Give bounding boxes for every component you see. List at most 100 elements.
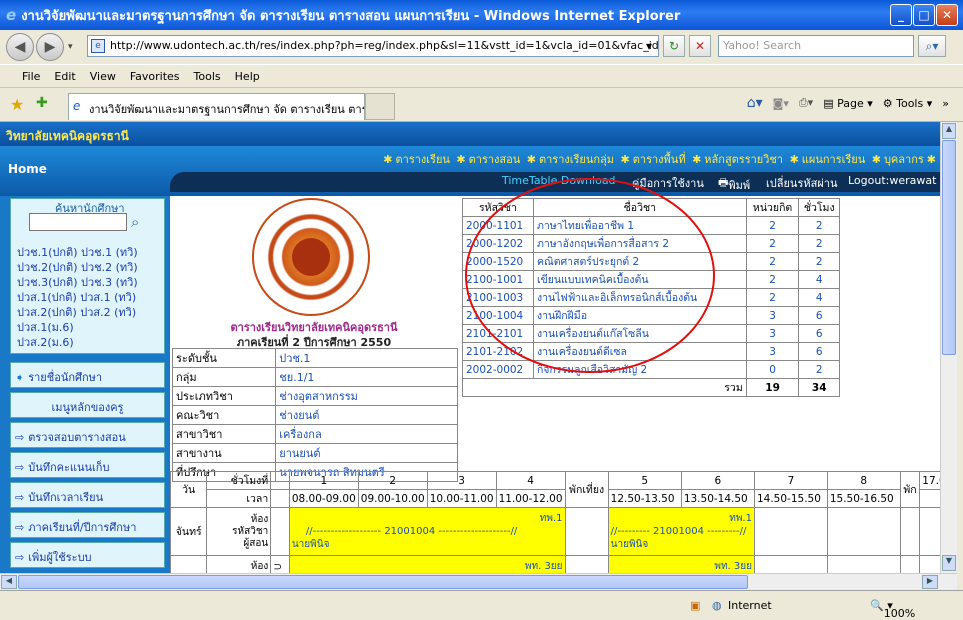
new-tab-button[interactable] — [365, 93, 395, 120]
semester-button[interactable]: ⇨ ภาคเรียนที่/ปีการศึกษา — [10, 512, 165, 538]
command-bar: ⌂▾ ◙▾ ⎙▾ ▤ Page ▾ ⚙ Tools ▾ » — [747, 95, 949, 111]
minimize-button[interactable]: _ — [890, 4, 912, 26]
back-button[interactable]: ◀ — [6, 33, 34, 61]
search-button[interactable]: ⌕▾ — [918, 35, 946, 57]
nav-plan[interactable]: แผนการเรียน — [802, 153, 865, 166]
time-slot — [919, 489, 940, 508]
menu-help[interactable]: Help — [235, 70, 260, 83]
class-block[interactable]: ทพ.1 //------------------- 21001004 ----… — [288, 507, 566, 556]
menu-tools[interactable]: Tools — [194, 70, 221, 83]
lunch-cell — [564, 507, 609, 556]
nav-timetable[interactable]: ตารางเรียน — [396, 153, 450, 166]
info-label: ระดับชั้น — [171, 348, 277, 368]
horizontal-scroll-thumb[interactable] — [18, 575, 748, 589]
subject-code[interactable]: 2002-0002 — [462, 360, 534, 379]
forward-button[interactable]: ▶ — [36, 33, 64, 61]
refresh-button[interactable]: ↻ — [663, 35, 685, 57]
favorites-star-icon[interactable]: ★ — [10, 95, 24, 114]
menu-favorites[interactable]: Favorites — [130, 70, 180, 83]
timetable-day-row: จันทร์ ห้อง รหัสวิชา ผู้สอน ทพ.1 //-----… — [169, 507, 940, 556]
nav-group[interactable]: ตารางเรียนกลุ่ม — [539, 153, 614, 166]
room-row-label: ห้อง — [250, 513, 269, 525]
student-search-input[interactable] — [29, 213, 127, 231]
room-row-label: ห้อง — [206, 555, 272, 573]
block-room: ทพ.1 — [539, 513, 563, 524]
subject-credit: 2 — [745, 234, 800, 253]
class-link[interactable]: ปวส.2(ม.6) — [17, 333, 74, 351]
time-slot: 10.00-11.00 — [426, 489, 497, 508]
time-header: เวลา — [206, 489, 272, 508]
scroll-left-icon[interactable]: ◀ — [1, 575, 17, 589]
window-title-bar: e งานวิจัยพัฒนาและมาตรฐานการศึกษา จัด ตา… — [0, 0, 963, 30]
menu-edit[interactable]: Edit — [54, 70, 75, 83]
record-attendance-button[interactable]: ⇨ บันทึกเวลาเรียน — [10, 482, 165, 508]
period-number: 7 — [753, 471, 828, 490]
print-link[interactable]: 🖶 พิมพ์ — [718, 174, 750, 192]
teacher-row-label: ผู้สอน — [243, 537, 269, 549]
search-input[interactable]: Yahoo! Search — [718, 35, 914, 57]
home-link[interactable]: Home — [8, 162, 47, 176]
block-code: //------------------- 21001004 ---------… — [305, 526, 518, 537]
subject-hours: 2 — [798, 252, 840, 271]
maximize-button[interactable]: □ — [913, 4, 935, 26]
class-block[interactable]: พท. 3ยย — [288, 555, 566, 573]
print-icon[interactable]: ⎙▾ — [799, 96, 813, 110]
subject-credit: 2 — [745, 252, 800, 271]
browser-tab[interactable]: e งานวิจัยพัฒนาและมาตรฐานการศึกษา จัด ตา… — [68, 93, 365, 120]
info-value: ช่างอุตสาหกรรม — [275, 386, 458, 406]
add-favorite-icon[interactable]: ✚ — [36, 95, 48, 111]
address-input[interactable]: e http://www.udontech.ac.th/res/index.ph… — [87, 35, 659, 57]
recent-pages-dropdown-icon[interactable]: ▾ — [68, 42, 73, 52]
row-labels: ห้อง รหัสวิชา ผู้สอน — [206, 507, 272, 556]
nav-room[interactable]: ตารางพื้นที่ — [633, 153, 686, 166]
student-list-button[interactable]: ➧ รายชื่อนักศึกษา — [10, 362, 165, 388]
subject-hours: 6 — [798, 324, 840, 343]
spacer-cell — [270, 507, 290, 556]
red-annotation-circle — [465, 178, 715, 373]
address-dropdown-icon[interactable]: ▾ — [640, 35, 658, 57]
page-menu[interactable]: ▤ Page ▾ — [823, 97, 873, 110]
nav-teaching[interactable]: ตารางสอน — [469, 153, 521, 166]
change-password-link[interactable]: เปลี่ยนรหัสผ่าน — [766, 174, 837, 192]
stop-button[interactable]: ✕ — [689, 35, 711, 57]
period-number: 2 — [357, 471, 428, 490]
lunch-cell — [564, 555, 609, 573]
day-header: วัน — [169, 471, 208, 508]
zoom-level[interactable]: 🔍 100% ▾ — [870, 599, 915, 620]
menu-view[interactable]: View — [90, 70, 116, 83]
close-button[interactable]: ✕ — [936, 4, 958, 26]
class-block[interactable]: ทพ.1 //--------- 21001004 ---------// นา… — [607, 507, 755, 556]
chevron-more-icon[interactable]: » — [942, 97, 949, 110]
total-label: รวม — [462, 378, 747, 397]
tab-page-icon: e — [73, 99, 81, 113]
info-value: ช่างยนต์ — [275, 405, 458, 425]
subject-total-row: รวม 19 34 — [462, 378, 840, 397]
logout-link[interactable]: Logout:werawat — [848, 174, 936, 187]
status-bar: ▣ ◍ Internet 🔍 100% ▾ — [0, 590, 963, 620]
horizontal-scrollbar[interactable]: ◀ ▶ — [0, 573, 957, 590]
nav-personnel[interactable]: บุคลากร — [884, 153, 924, 166]
class-block[interactable]: พท. 3ยย — [607, 555, 755, 573]
home-icon[interactable]: ⌂▾ — [747, 95, 763, 111]
day-label — [169, 555, 208, 573]
menu-bar: File Edit View Favorites Tools Help — [0, 64, 963, 88]
scroll-down-icon[interactable]: ▼ — [942, 555, 956, 571]
search-icon[interactable]: ⌕ — [131, 213, 139, 231]
vertical-scrollbar[interactable]: ▲ ▼ — [940, 122, 957, 573]
menu-file[interactable]: File — [22, 70, 40, 83]
subject-credit: 3 — [745, 342, 800, 361]
scroll-right-icon[interactable]: ▶ — [922, 575, 938, 589]
tools-menu[interactable]: ⚙ Tools ▾ — [883, 97, 933, 110]
nav-curriculum[interactable]: หลักสูตรรายวิชา — [704, 153, 783, 166]
scroll-up-icon[interactable]: ▲ — [942, 123, 956, 139]
class-info-table: ระดับชั้น ปวช.1 กลุ่ม ชย.1/1 ประเภทวิชา ช่า… — [171, 348, 458, 482]
info-row: กลุ่ม ชย.1/1 — [171, 367, 458, 387]
time-slot: 12.50-13.50 — [607, 489, 682, 508]
record-score-button[interactable]: ⇨ บันทึกคะแนนเก็บ — [10, 452, 165, 478]
subject-hours: 6 — [798, 306, 840, 325]
feeds-icon[interactable]: ◙▾ — [773, 97, 789, 110]
add-user-button[interactable]: ⇨ เพิ่มผู้ใช้ระบบ — [10, 542, 165, 568]
info-row: ระดับชั้น ปวช.1 — [171, 348, 458, 368]
check-teaching-button[interactable]: ⇨ ตรวจสอบตารางสอน — [10, 422, 165, 448]
vertical-scroll-thumb[interactable] — [942, 140, 956, 355]
